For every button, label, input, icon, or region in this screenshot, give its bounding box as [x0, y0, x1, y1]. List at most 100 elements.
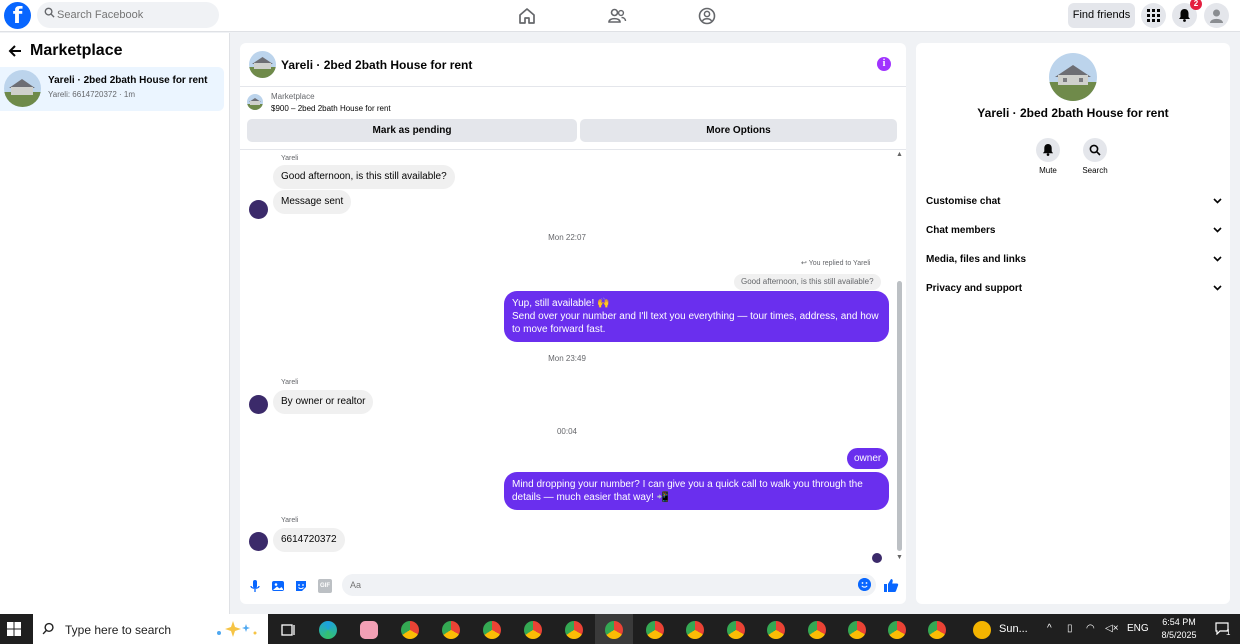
section-customise-chat[interactable]: Customise chat: [926, 196, 1222, 214]
weather-text[interactable]: Sun...: [999, 623, 1028, 635]
chat-scrollbar[interactable]: ▲ ▼: [894, 151, 904, 565]
marketplace-label: Marketplace: [271, 92, 315, 101]
top-navigation-bar: f Find friends 2: [0, 0, 1240, 32]
show-hidden-icons-chevron-icon[interactable]: ^: [1047, 623, 1052, 634]
listing-summary: $900 – 2bed 2bath House for rent: [271, 104, 391, 113]
sender-avatar[interactable]: [249, 200, 268, 219]
message-timestamp: 00:04: [556, 427, 578, 436]
photo-icon[interactable]: [271, 579, 285, 593]
microphone-icon[interactable]: [248, 579, 262, 593]
chrome-icon[interactable]: [483, 621, 501, 639]
incoming-message[interactable]: 6614720372: [273, 528, 345, 552]
section-privacy-support[interactable]: Privacy and support: [926, 283, 1222, 301]
chrome-icon[interactable]: [686, 621, 704, 639]
emoji-icon[interactable]: [858, 578, 871, 591]
conversation-list-item[interactable]: Yareli · 2bed 2bath House for rent Yarel…: [0, 67, 224, 111]
chrome-icon[interactable]: [808, 621, 826, 639]
device-icon[interactable]: ▯: [1067, 623, 1073, 634]
mute-action[interactable]: Mute: [1028, 138, 1068, 175]
chrome-icon[interactable]: [565, 621, 583, 639]
search-in-chat-button[interactable]: [1083, 138, 1107, 162]
facebook-search-box[interactable]: [37, 2, 219, 28]
outgoing-message[interactable]: owner: [847, 448, 889, 469]
more-options-button[interactable]: More Options: [580, 119, 897, 142]
outgoing-message[interactable]: Mind dropping your number? I can give yo…: [504, 472, 889, 510]
find-friends-button[interactable]: Find friends: [1068, 3, 1135, 28]
scroll-up-arrow-icon[interactable]: ▲: [896, 151, 903, 158]
section-label: Chat members: [926, 225, 996, 236]
section-label: Customise chat: [926, 196, 1001, 207]
chrome-icon[interactable]: [928, 621, 946, 639]
chrome-icon[interactable]: [605, 621, 623, 639]
message-composer: GIF: [240, 571, 906, 601]
chrome-icon[interactable]: [646, 621, 664, 639]
seen-indicator: [872, 553, 882, 563]
volume-muted-icon[interactable]: ◁×: [1105, 623, 1119, 634]
section-chat-members[interactable]: Chat members: [926, 225, 1222, 243]
section-media-files-links[interactable]: Media, files and links: [926, 254, 1222, 272]
search-icon: [42, 622, 54, 635]
wifi-icon[interactable]: ◠: [1086, 623, 1095, 634]
language-indicator[interactable]: ENG: [1127, 623, 1149, 634]
search-action[interactable]: Search: [1075, 138, 1115, 175]
notification-count-badge: 2: [1190, 0, 1202, 10]
taskbar-search-box[interactable]: Type here to search: [33, 614, 268, 644]
quoted-message[interactable]: Good afternoon, is this still available?: [734, 274, 881, 290]
listing-small-thumbnail: [247, 94, 263, 110]
message-line: to move forward fast.: [512, 324, 606, 335]
edge-browser-icon[interactable]: [319, 621, 337, 639]
weather-sun-icon[interactable]: [973, 621, 991, 639]
reply-note-text: You replied to Yareli: [808, 260, 871, 267]
search-highlight-icon: [217, 621, 257, 637]
message-timestamp: Mon 22:07: [548, 233, 586, 242]
chat-avatar[interactable]: [249, 51, 276, 78]
bell-icon: [1179, 9, 1190, 22]
chrome-icon[interactable]: [888, 621, 906, 639]
outgoing-message[interactable]: Yup, still available! 🙌 Send over your n…: [504, 291, 889, 342]
windows-start-icon[interactable]: [7, 622, 21, 636]
chrome-icon[interactable]: [524, 621, 542, 639]
sender-avatar[interactable]: [249, 532, 268, 551]
sidebar-title: Marketplace: [30, 42, 123, 59]
listing-thumbnail: [4, 70, 41, 107]
chrome-icon[interactable]: [727, 621, 745, 639]
taskbar-search-text: Type here to search: [65, 623, 172, 637]
chrome-icon[interactable]: [767, 621, 785, 639]
mark-as-pending-button[interactable]: Mark as pending: [247, 119, 577, 142]
message-line: Mind dropping your number? I can give yo…: [512, 479, 863, 490]
chrome-icon[interactable]: [401, 621, 419, 639]
sender-name: Yareli: [281, 517, 299, 524]
message-input[interactable]: [342, 574, 876, 596]
sender-avatar[interactable]: [249, 395, 268, 414]
search-input[interactable]: [57, 2, 212, 28]
account-button[interactable]: [1204, 3, 1229, 28]
incoming-message[interactable]: By owner or realtor: [273, 390, 374, 414]
reply-arrow-icon: ↩: [801, 260, 809, 267]
section-label: Media, files and links: [926, 254, 1027, 265]
info-icon[interactable]: i: [877, 57, 891, 71]
mute-button[interactable]: [1036, 138, 1060, 162]
incoming-message[interactable]: Good afternoon, is this still available?: [273, 165, 455, 189]
home-icon[interactable]: [516, 5, 538, 27]
system-clock[interactable]: 6:54 PM 8/5/2025: [1152, 616, 1206, 642]
profile-icon[interactable]: [696, 5, 718, 27]
scrollbar-thumb[interactable]: [897, 281, 902, 551]
paint-app-icon[interactable]: [360, 621, 378, 639]
back-arrow-icon[interactable]: [8, 44, 22, 58]
incoming-message[interactable]: Message sent: [273, 190, 352, 214]
scroll-down-arrow-icon[interactable]: ▼: [896, 554, 903, 561]
message-line: details — much easier that way! 📲: [512, 492, 669, 503]
chrome-icon[interactable]: [848, 621, 866, 639]
chat-title[interactable]: Yareli · 2bed 2bath House for rent: [281, 58, 472, 72]
friends-icon[interactable]: [606, 5, 628, 27]
task-view-icon[interactable]: [279, 621, 297, 639]
sender-name: Yareli: [281, 379, 299, 386]
menu-button[interactable]: [1141, 3, 1166, 28]
thumbs-up-icon[interactable]: [883, 577, 899, 593]
chrome-icon[interactable]: [442, 621, 460, 639]
sticker-icon[interactable]: [294, 579, 308, 593]
clock-date: 8/5/2025: [1161, 630, 1197, 640]
facebook-logo-icon[interactable]: f: [4, 2, 31, 29]
details-title: Yareli · 2bed 2bath House for rent: [977, 106, 1169, 120]
gif-icon[interactable]: GIF: [318, 579, 332, 593]
